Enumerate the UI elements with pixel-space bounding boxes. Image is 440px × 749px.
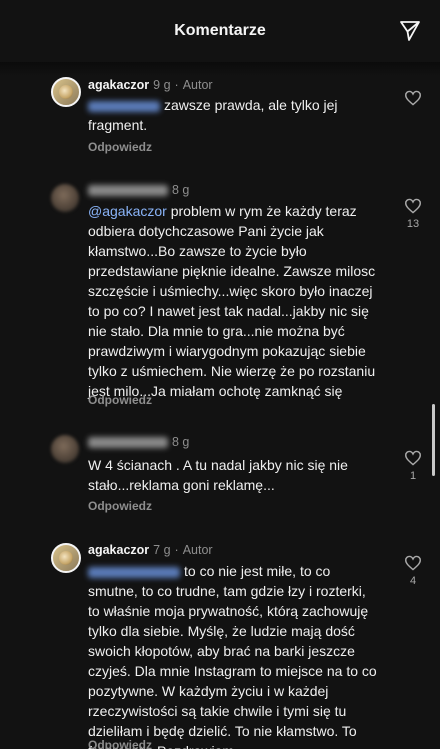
reply-button[interactable]: Odpowiedz (88, 140, 152, 154)
like-button[interactable]: 13 (403, 198, 423, 230)
avatar[interactable] (51, 77, 81, 107)
heart-icon (404, 555, 422, 571)
like-button[interactable]: 1 (403, 450, 423, 482)
timestamp: 8 g (172, 435, 190, 449)
username[interactable]: agakaczor (88, 78, 149, 92)
avatar[interactable] (51, 435, 79, 463)
like-count: 1 (409, 470, 417, 482)
comment-text: zawsze prawda, ale tylko jej fragment. (88, 97, 338, 133)
author-badge: Autor (182, 543, 213, 557)
header-bar: Komentarze (0, 0, 440, 63)
username[interactable] (88, 437, 168, 449)
comment-text: W 4 ścianach . A tu nadal jakby nic się … (88, 457, 348, 493)
heart-icon (404, 198, 422, 214)
mention-link[interactable]: @agakaczor (88, 203, 167, 219)
author-badge: Autor (182, 78, 213, 92)
reply-button[interactable]: Odpowiedz (88, 499, 152, 513)
reply-button[interactable]: Odpowiedz (88, 738, 152, 749)
header-shadow (0, 62, 440, 76)
comment-text: to co nie jest miłe, to co smutne, to co… (88, 563, 377, 749)
like-count: 4 (409, 575, 417, 587)
like-count: 13 (406, 218, 420, 230)
comment-header: agakaczor 9 g · Autor (88, 78, 213, 92)
username[interactable] (88, 185, 168, 197)
reply-button[interactable]: Odpowiedz (88, 393, 152, 407)
blurred-mention (88, 566, 180, 578)
comments-list[interactable]: agakaczor 9 g · Autor zawsze prawda, ale ty… (0, 62, 440, 749)
scrollbar[interactable] (432, 404, 435, 476)
timestamp: 8 g (172, 183, 190, 197)
like-button[interactable] (403, 90, 423, 110)
comment-header: 8 g (88, 434, 189, 450)
comment-header: agakaczor 7 g · Autor (88, 543, 213, 557)
blurred-mention (88, 100, 160, 112)
like-button[interactable]: 4 (403, 555, 423, 587)
timestamp: 9 g (153, 78, 171, 92)
send-button[interactable] (398, 19, 422, 43)
comment-header: 8 g (88, 182, 189, 198)
paper-plane-icon (400, 21, 420, 41)
page-title: Komentarze (174, 22, 266, 39)
heart-icon (404, 450, 422, 466)
username[interactable]: agakaczor (88, 543, 149, 557)
avatar[interactable] (51, 184, 79, 212)
avatar[interactable] (51, 543, 81, 573)
timestamp: 7 g (153, 543, 171, 557)
heart-icon (404, 90, 422, 106)
comment-text: @agakaczor problem w rym że każdy teraz … (88, 203, 376, 399)
